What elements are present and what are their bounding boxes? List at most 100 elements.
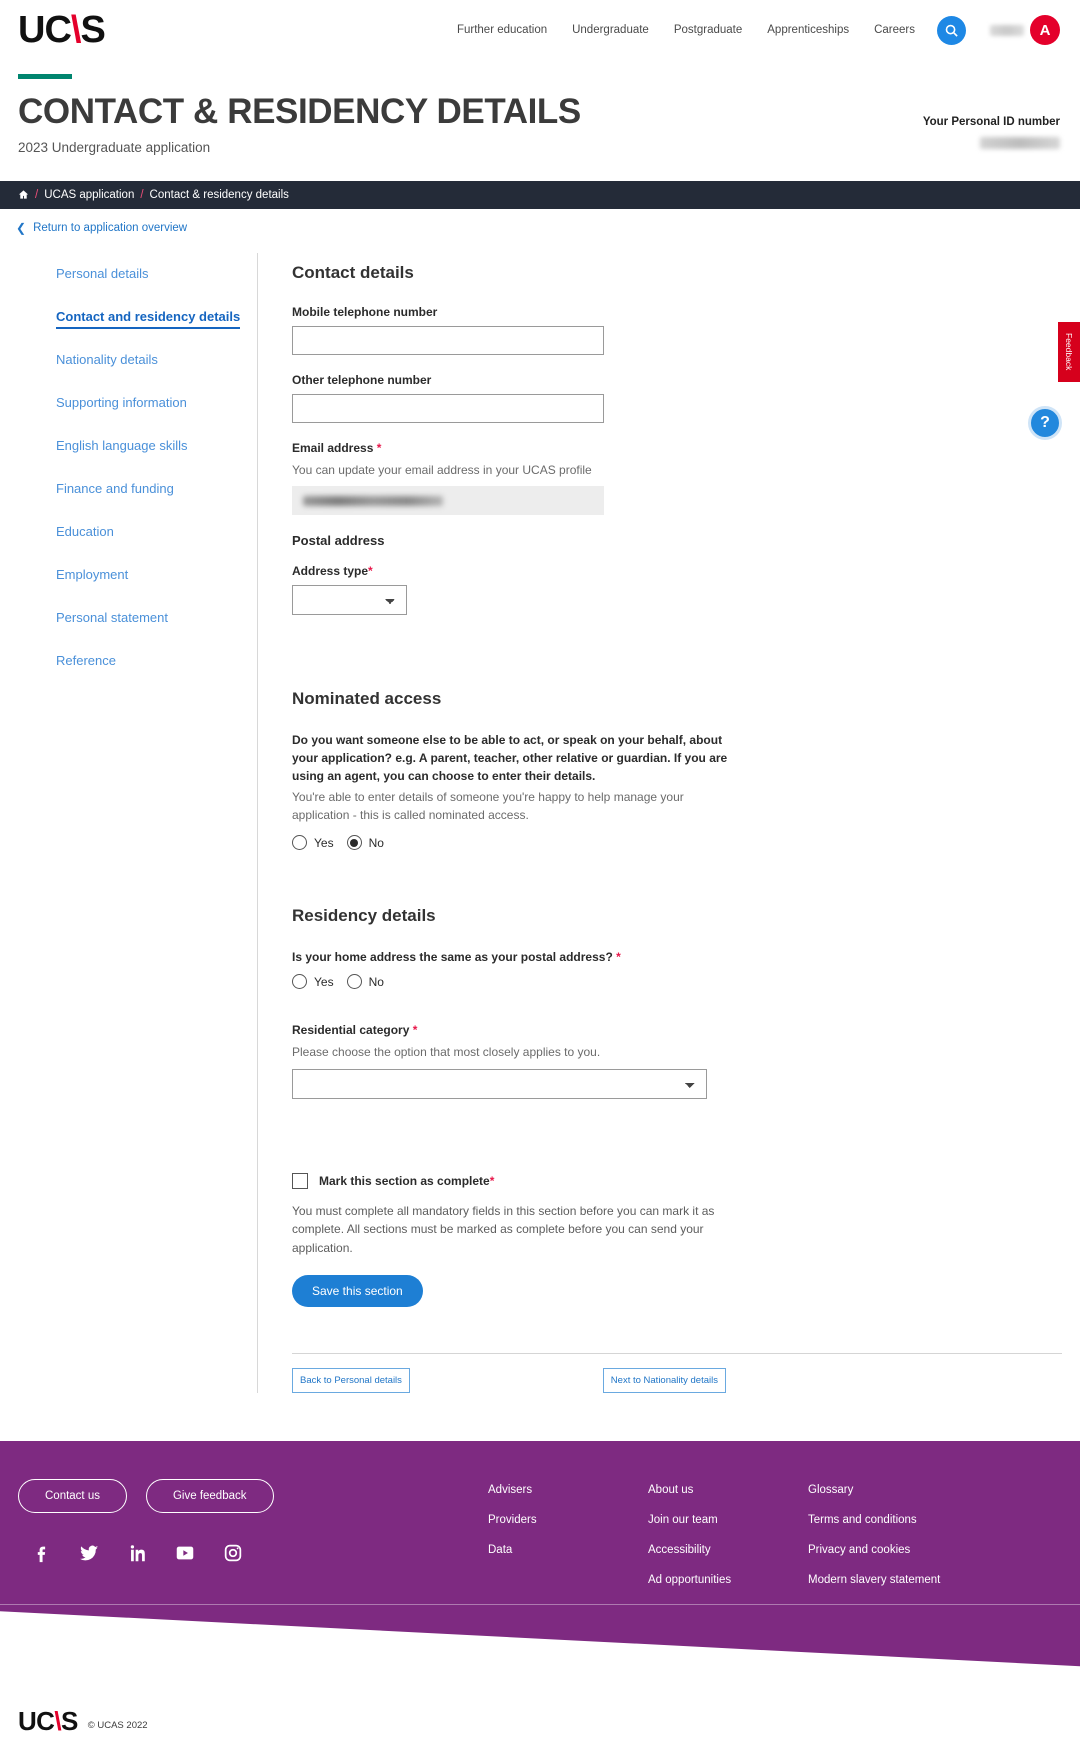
radio-unchecked-icon[interactable]	[292, 835, 307, 851]
sidebar-link-english-language-skills[interactable]: English language skills	[56, 438, 188, 453]
email-address-label-text: Email address	[292, 440, 374, 455]
footer-link-privacy-and-cookies[interactable]: Privacy and cookies	[808, 1544, 968, 1556]
same-address-option-no[interactable]: No	[346, 974, 384, 990]
return-to-application-overview-link[interactable]: Return to application overview	[33, 222, 187, 234]
mobile-telephone-input[interactable]	[292, 325, 604, 355]
breadcrumb-separator-1: /	[35, 188, 39, 201]
mark-complete-label-text: Mark this section as complete	[319, 1173, 490, 1188]
nominated-access-option-yes[interactable]: Yes	[292, 835, 334, 851]
same-address-option-yes[interactable]: Yes	[292, 974, 334, 990]
email-address-hint: You can update your email address in you…	[292, 462, 592, 477]
residency-details-heading: Residency details	[292, 906, 436, 926]
ucas-logo[interactable]: UC \ S	[18, 11, 106, 49]
nominated-access-heading: Nominated access	[292, 689, 442, 709]
linkedin-icon[interactable]	[124, 1540, 150, 1566]
nav-item-postgraduate[interactable]: Postgraduate	[674, 24, 742, 36]
nav-item-apprenticeships[interactable]: Apprenticeships	[767, 24, 849, 36]
feedback-tab[interactable]: Feedback	[1058, 322, 1080, 382]
help-button[interactable]: ?	[1028, 406, 1062, 440]
footer-link-advisers[interactable]: Advisers	[488, 1484, 648, 1496]
sidebar-item-reference[interactable]: Reference	[18, 652, 257, 670]
footer-link-accessibility[interactable]: Accessibility	[648, 1544, 808, 1556]
nav-item-further-education[interactable]: Further education	[457, 24, 547, 36]
same-address-option-no-label: No	[368, 974, 384, 989]
footer-link-ad-opportunities[interactable]: Ad opportunities	[648, 1574, 808, 1586]
footer-angled-edge	[0, 1604, 1080, 1667]
youtube-icon[interactable]	[172, 1540, 198, 1566]
footer-bottom-bar: UC\S © UCAS 2022	[0, 1690, 1080, 1760]
mark-complete-label: Mark this section as complete*	[319, 1174, 494, 1188]
address-type-select[interactable]	[292, 585, 407, 616]
nav-item-undergraduate[interactable]: Undergraduate	[572, 24, 649, 36]
avatar[interactable]: A	[1030, 15, 1060, 45]
mark-complete-checkbox[interactable]	[292, 1172, 308, 1189]
residential-category-select[interactable]	[292, 1068, 707, 1099]
nominated-access-question: Do you want someone else to be able to a…	[292, 733, 728, 784]
footer-link-terms-and-conditions[interactable]: Terms and conditions	[808, 1514, 968, 1526]
radio-unchecked-icon[interactable]	[292, 974, 307, 990]
sidebar-item-employment[interactable]: Employment	[18, 566, 257, 584]
sidebar-link-supporting-information[interactable]: Supporting information	[56, 395, 187, 410]
same-address-required-asterisk: *	[616, 950, 621, 965]
title-block: CONTACT & RESIDENCY DETAILS 2023 Undergr…	[18, 74, 880, 155]
main-nav-links: Further education Undergraduate Postgrad…	[457, 24, 915, 36]
sidebar-link-education[interactable]: Education	[56, 524, 114, 539]
radio-checked-icon[interactable]	[346, 835, 362, 851]
footer-link-glossary[interactable]: Glossary	[808, 1484, 968, 1496]
footer-ucas-logo: UC\S	[18, 1706, 78, 1737]
back-to-personal-details-button[interactable]: Back to Personal details	[292, 1368, 410, 1394]
facebook-icon[interactable]	[28, 1540, 54, 1566]
nav-item-careers[interactable]: Careers	[874, 24, 915, 36]
email-address-field: Email address * You can update your emai…	[292, 440, 1062, 516]
instagram-icon[interactable]	[220, 1540, 246, 1566]
twitter-icon[interactable]	[76, 1540, 102, 1566]
sidebar-item-contact-and-residency-details[interactable]: Contact and residency details	[18, 308, 257, 329]
spacer-before-residency	[292, 850, 1062, 906]
same-address-question: Is your home address the same as your po…	[292, 948, 732, 966]
account-menu[interactable]: A	[990, 15, 1060, 45]
sidebar-link-personal-statement[interactable]: Personal statement	[56, 610, 168, 625]
residential-category-label-text: Residential category	[292, 1023, 410, 1038]
footer-link-providers[interactable]: Providers	[488, 1514, 648, 1526]
sidebar-item-supporting-information[interactable]: Supporting information	[18, 394, 257, 412]
sidebar-link-contact-and-residency-details[interactable]: Contact and residency details	[56, 308, 241, 329]
next-to-nationality-details-button[interactable]: Next to Nationality details	[602, 1368, 726, 1394]
radio-unchecked-icon[interactable]	[346, 974, 362, 990]
footer-button-row: Contact us Give feedback	[18, 1479, 488, 1514]
other-telephone-input[interactable]	[292, 393, 604, 423]
mobile-telephone-label: Mobile telephone number	[292, 304, 438, 319]
sidebar-item-personal-details[interactable]: Personal details	[18, 265, 257, 283]
home-icon[interactable]	[18, 189, 29, 200]
sidebar-link-finance-and-funding[interactable]: Finance and funding	[56, 481, 174, 496]
footer-link-modern-slavery-statement[interactable]: Modern slavery statement	[808, 1574, 968, 1586]
breadcrumb-item-current: Contact & residency details	[149, 188, 289, 201]
footer-link-columns: Advisers Providers Data About us Join ou…	[488, 1479, 1062, 1604]
sidebar-item-english-language-skills[interactable]: English language skills	[18, 437, 257, 455]
sidebar-link-nationality-details[interactable]: Nationality details	[56, 352, 158, 367]
footer-link-join-our-team[interactable]: Join our team	[648, 1514, 808, 1526]
sidebar-item-personal-statement[interactable]: Personal statement	[18, 609, 257, 627]
contact-us-button[interactable]: Contact us	[18, 1479, 127, 1514]
sidebar-link-employment[interactable]: Employment	[56, 567, 128, 582]
sidebar-link-reference[interactable]: Reference	[56, 653, 116, 668]
sidebar-item-nationality-details[interactable]: Nationality details	[18, 351, 257, 369]
footer-link-data[interactable]: Data	[488, 1544, 648, 1556]
address-type-label-text: Address type	[292, 564, 369, 579]
mark-complete-row[interactable]: Mark this section as complete*	[292, 1172, 1062, 1189]
save-this-section-button[interactable]: Save this section	[292, 1275, 423, 1308]
sidebar-link-personal-details[interactable]: Personal details	[56, 266, 149, 281]
copyright-text: © UCAS 2022	[87, 1720, 148, 1732]
email-value-redacted	[303, 496, 443, 507]
nominated-access-hint: You're able to enter details of someone …	[292, 790, 684, 823]
nominated-access-option-yes-label: Yes	[314, 835, 334, 850]
footer-link-about-us[interactable]: About us	[648, 1484, 808, 1496]
nominated-access-option-no[interactable]: No	[346, 835, 384, 851]
residential-category-required-asterisk: *	[412, 1023, 418, 1038]
sidebar-item-finance-and-funding[interactable]: Finance and funding	[18, 480, 257, 498]
search-button[interactable]	[937, 15, 966, 45]
sidebar-item-education[interactable]: Education	[18, 523, 257, 541]
breadcrumb-item-ucas-application[interactable]: UCAS application	[44, 189, 134, 201]
mark-complete-note: You must complete all mandatory fields i…	[292, 1203, 715, 1255]
give-feedback-button[interactable]: Give feedback	[145, 1479, 274, 1514]
spacer-before-completion	[292, 1117, 1062, 1173]
